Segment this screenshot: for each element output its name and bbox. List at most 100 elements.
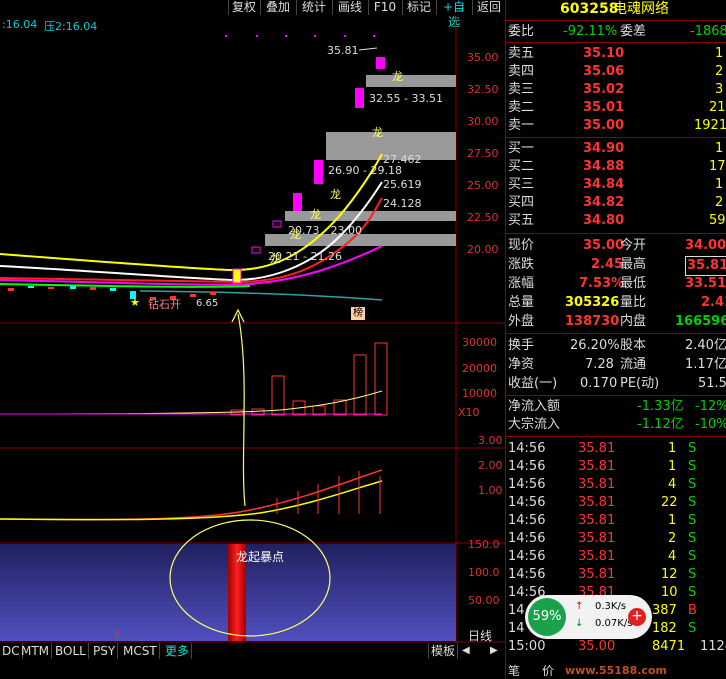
bid-price: 34.88	[583, 159, 625, 174]
ask-row[interactable]: 卖三 35.02 3	[505, 81, 726, 99]
stat-value: 34.00	[685, 238, 726, 253]
stat-label: 最低	[620, 276, 647, 291]
stat-row: 外盘 138730 内盘 166596	[505, 313, 726, 331]
tick-t: 14:56	[508, 513, 546, 528]
tick-row[interactable]: 14:56 35.81 1 S	[505, 458, 726, 476]
bid-row[interactable]: 买三 34.84 1	[505, 176, 726, 194]
bottom-tick: 150.0	[468, 538, 500, 551]
tick-row[interactable]: 14:56 35.81 2 S	[505, 530, 726, 548]
ask-row[interactable]: 卖二 35.01 21	[505, 99, 726, 117]
ticks-footer-label[interactable]: 笔	[508, 662, 520, 679]
ask-row[interactable]: 卖五 35.10 1	[505, 45, 726, 63]
candle	[272, 220, 282, 228]
tick-s: S	[688, 567, 697, 582]
flow-label: 大宗流入	[508, 417, 561, 432]
ask-price: 35.10	[583, 46, 625, 61]
chart-area[interactable]: :16.04 压2:16.04 35.81 32.55 - 33.51 26.9…	[0, 16, 505, 656]
template-tab[interactable]: 模板	[428, 643, 459, 659]
tab-mcst[interactable]: MCST	[121, 643, 160, 659]
ask-row[interactable]: 卖四 35.06 2	[505, 63, 726, 81]
tick-p: 35.81	[578, 531, 616, 546]
tick-v: 2	[668, 531, 677, 546]
quote-panel: 603258 电魂网络 委比 -92.11% 委差 -1868 卖五 35.10…	[505, 0, 726, 679]
download-icon: ↓	[575, 618, 584, 629]
price-tick: 27.50	[467, 147, 499, 160]
tab-psy[interactable]: PSY	[91, 643, 119, 659]
tick-v: 4	[668, 477, 677, 492]
rank-badge[interactable]: 榜	[351, 307, 365, 320]
stat-value: 166596	[675, 314, 726, 329]
tick-t: 14:56	[508, 567, 546, 582]
dragon-mark: 龙	[270, 252, 281, 265]
stat-value: 35.00	[583, 238, 625, 253]
ask-row[interactable]: 卖一 35.00 1921	[505, 117, 726, 135]
tick-s: S	[688, 459, 697, 474]
tick-row[interactable]: 14:56 35.81 1 S	[505, 440, 726, 458]
back-button[interactable]: 返回	[472, 0, 505, 15]
stat-value: 26.20%	[570, 338, 620, 353]
period-label[interactable]: 日线	[468, 627, 492, 644]
add-watchlist-button[interactable]: +自选	[436, 0, 471, 29]
tick-row[interactable]: 14:56 35.81 22 S	[505, 494, 726, 512]
bid-row[interactable]: 买五 34.80 59	[505, 212, 726, 230]
bid-volume: 1	[715, 177, 724, 192]
draw-line-button[interactable]: 画线	[332, 0, 367, 15]
dragon-mark: 龙	[310, 208, 321, 221]
stat-value: 51.5	[698, 376, 726, 391]
indicator-tick: 2.00	[478, 459, 503, 472]
axis-marker: 6	[114, 628, 121, 641]
f10-button[interactable]: F10	[368, 0, 401, 15]
bid-price: 34.84	[583, 177, 625, 192]
tick-row[interactable]: 14:56 35.81 1 S	[505, 512, 726, 530]
tick-t: 14:56	[508, 531, 546, 546]
flow-label: 净流入额	[508, 399, 561, 414]
star-icon: ★	[130, 296, 140, 309]
tick-s: S	[688, 477, 697, 492]
bid-row[interactable]: 买四 34.82 2	[505, 194, 726, 212]
price-footer-label[interactable]: 价	[542, 662, 554, 679]
ask-volume: 2	[715, 64, 724, 79]
bid-row[interactable]: 买二 34.88 17	[505, 158, 726, 176]
stat-label: 流通	[620, 357, 647, 372]
dragon-mark: 龙	[330, 188, 341, 201]
tick-t: 14:56	[508, 459, 546, 474]
indicator-tick: 3.00	[478, 434, 503, 447]
tick-v: 1	[668, 513, 677, 528]
volume-tick: 20000	[462, 362, 497, 375]
ask-label: 卖三	[508, 82, 535, 97]
stat-label: 总量	[508, 295, 535, 310]
tick-row[interactable]: 14:56 35.81 4 S	[505, 548, 726, 566]
tick-v: 8471	[652, 639, 686, 654]
volume-tick: 30000	[462, 336, 497, 349]
tick-s: S	[688, 495, 697, 510]
mark-button[interactable]: 标记	[402, 0, 435, 15]
plus-icon[interactable]: +	[628, 608, 646, 626]
ask-label: 卖四	[508, 64, 535, 79]
volume-bars	[230, 342, 388, 416]
stats-button[interactable]: 统计	[296, 0, 331, 15]
ask-label: 卖一	[508, 118, 535, 133]
network-speed-widget[interactable]: 59% ↑ 0.3K/s ↓ 0.07K/s +	[525, 595, 652, 639]
ask-price: 35.06	[583, 64, 625, 79]
tick-t: 14:56	[508, 477, 546, 492]
tick-row[interactable]: 14:56 35.81 4 S	[505, 476, 726, 494]
tab-mtm[interactable]: MTM	[19, 643, 53, 659]
tick-row[interactable]: 15:00 35.00 8471 1124	[505, 638, 726, 656]
tab-more[interactable]: 更多	[163, 643, 193, 659]
tab-left-arrow-icon[interactable]: ◀	[462, 645, 470, 656]
bid-row[interactable]: 买一 34.90 1	[505, 140, 726, 158]
tick-s: S	[688, 621, 697, 636]
old-candles	[8, 286, 216, 300]
flow-pct: -12%	[695, 399, 726, 414]
fuquan-button[interactable]: 复权	[228, 0, 259, 15]
low-price: 6.65	[196, 298, 219, 309]
weibi-label: 委比	[508, 24, 535, 39]
tab-boll[interactable]: BOLL	[53, 643, 89, 659]
overlay-button[interactable]: 叠加	[260, 0, 295, 15]
stat-label: 今开	[620, 238, 647, 253]
tick-row[interactable]: 14:56 35.81 12 S	[505, 566, 726, 584]
tab-right-arrow-icon[interactable]: ▶	[490, 645, 498, 656]
dragon-mark: 龙	[290, 228, 301, 241]
candle	[293, 193, 302, 211]
stat2-row: 收益(一) 0.170 PE(动) 51.5	[505, 375, 726, 393]
